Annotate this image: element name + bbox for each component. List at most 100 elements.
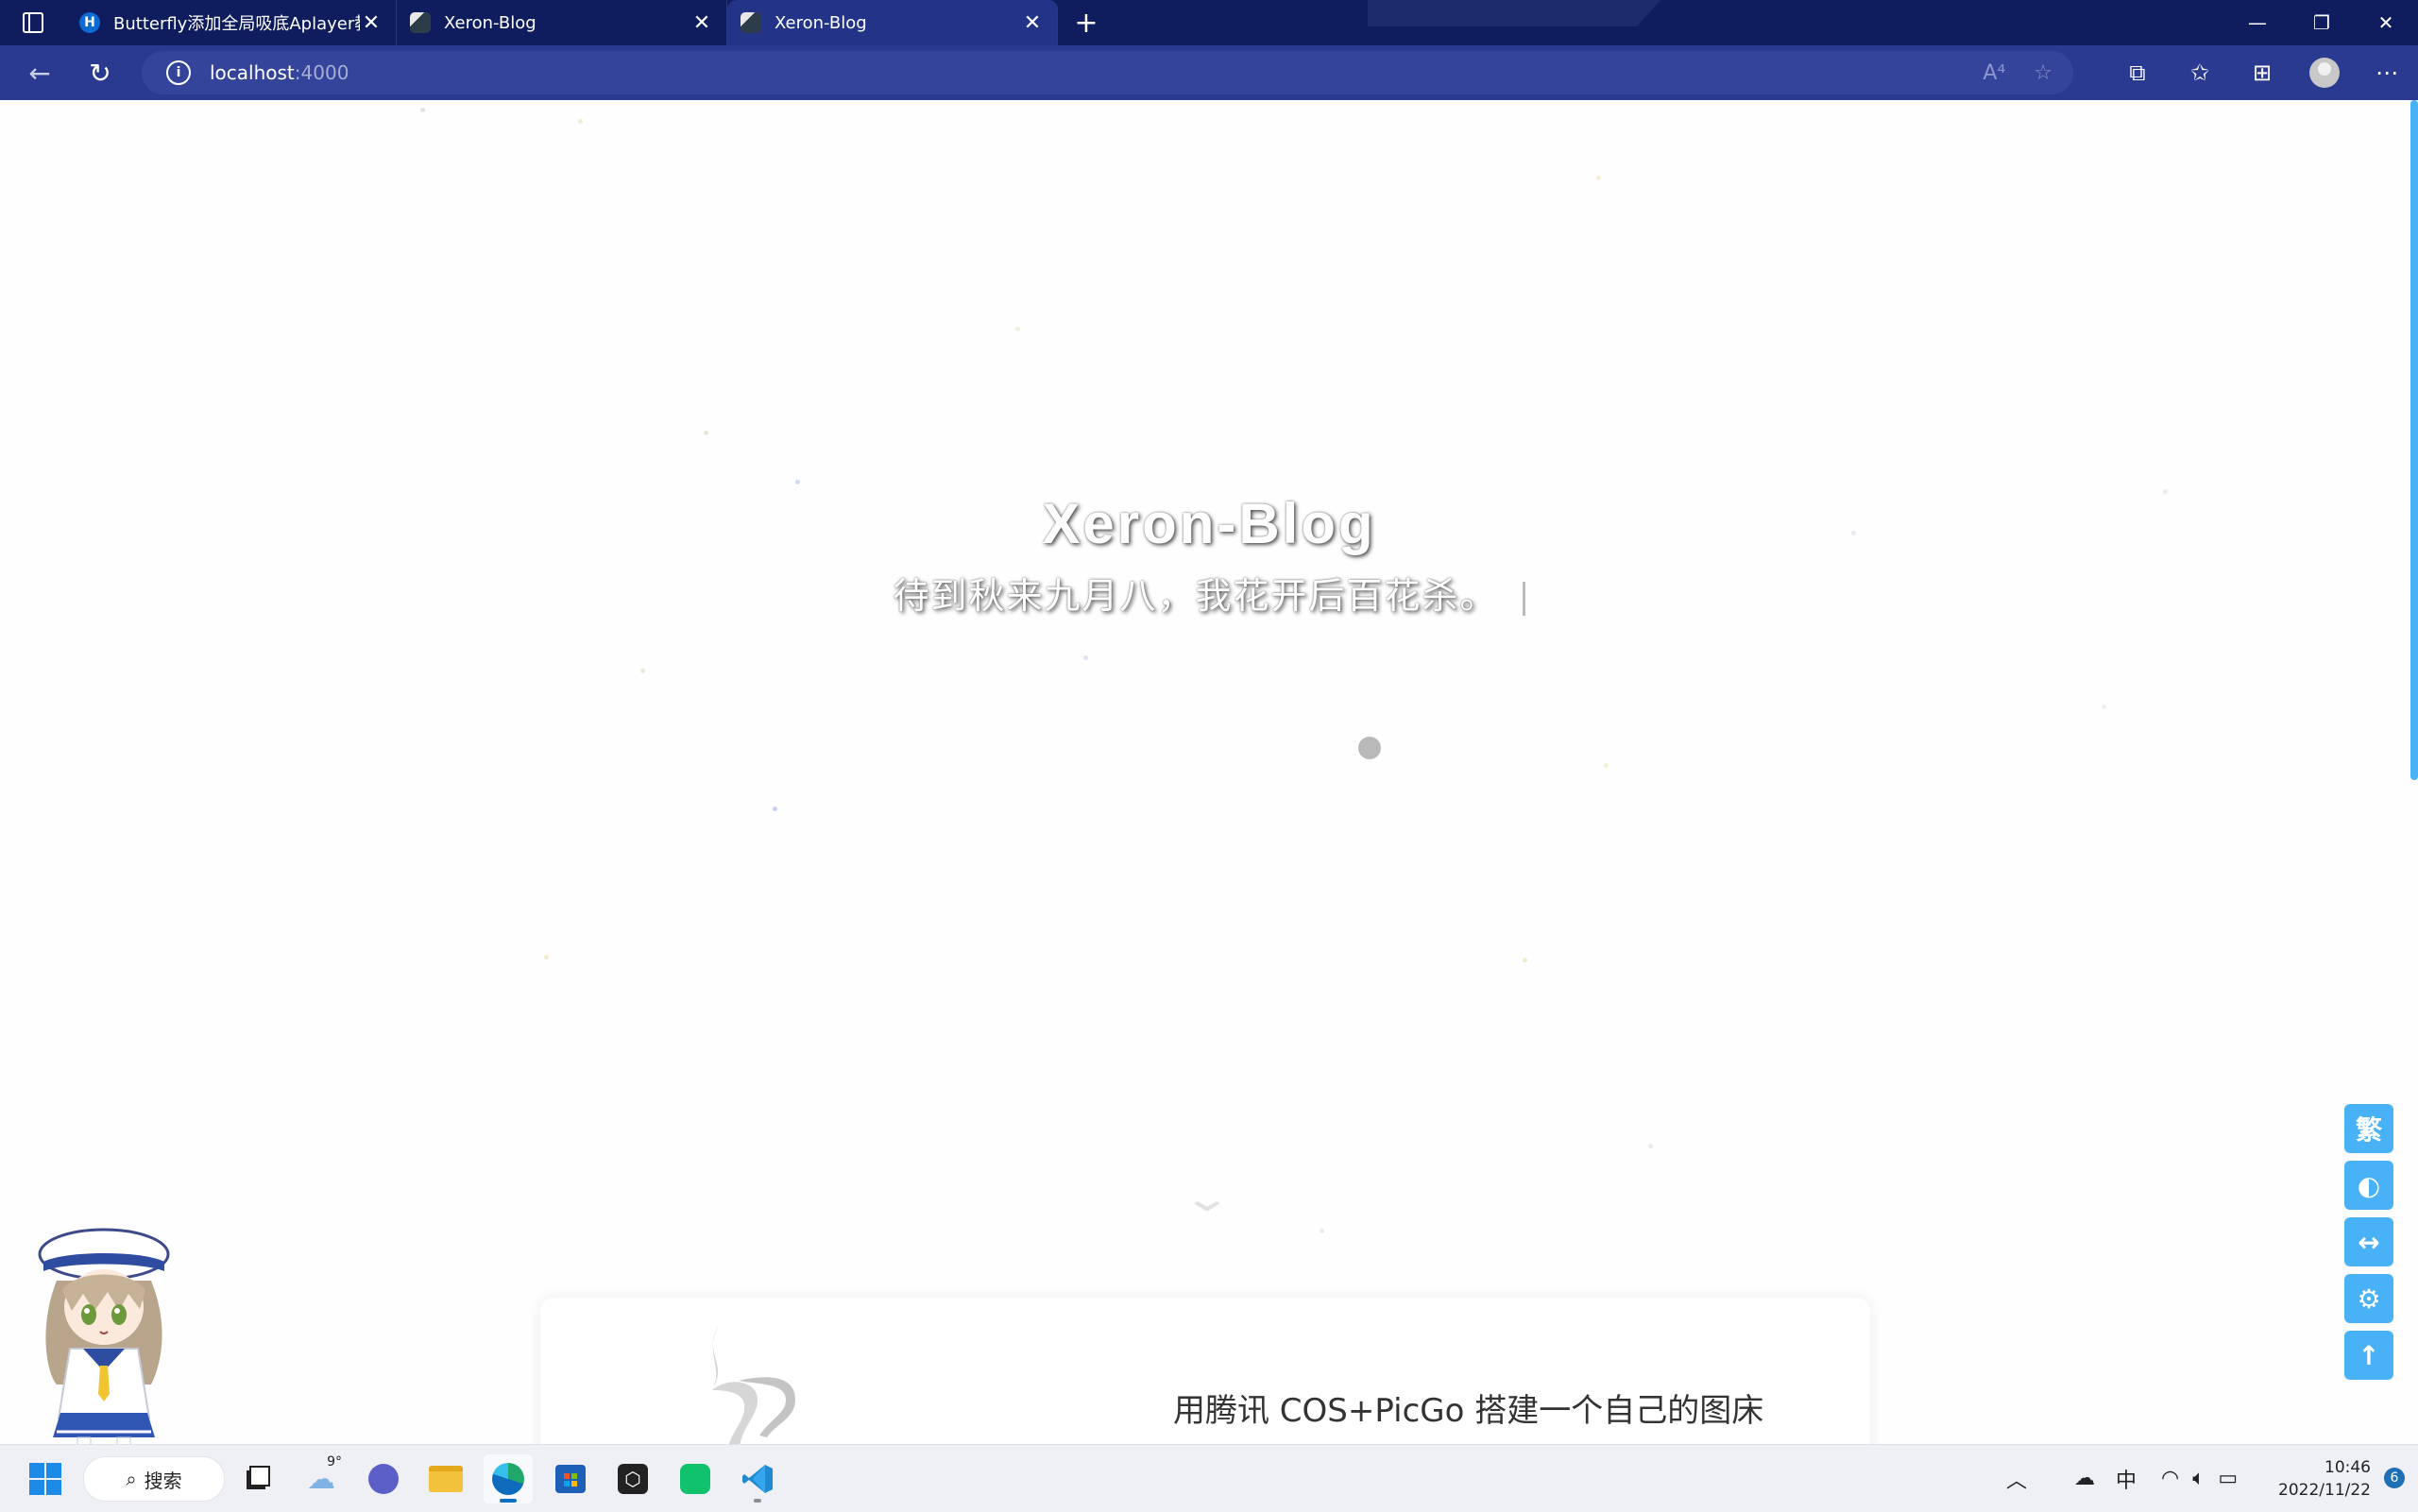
- active-indicator: [500, 1499, 517, 1503]
- reload-button[interactable]: ↻: [70, 45, 130, 100]
- edge-icon: [492, 1463, 524, 1495]
- particle: [1320, 1229, 1324, 1233]
- new-tab-button[interactable]: +: [1058, 0, 1115, 45]
- particle: [773, 807, 777, 811]
- hide-aside-button[interactable]: ↔: [2344, 1217, 2393, 1266]
- ime-label: 中: [2116, 1469, 2137, 1493]
- darkmode-button[interactable]: ◐: [2344, 1161, 2393, 1210]
- tab-title: Xeron-Blog: [444, 12, 536, 33]
- clock-date: 2022/11/22: [2278, 1481, 2371, 1500]
- blog-page: Xeron-Blog 待到秋来九月八，我花开后百花杀。 ⌄ 用腾讯 COS+Pi…: [0, 100, 2418, 1444]
- start-button[interactable]: [21, 1454, 70, 1504]
- notification-badge[interactable]: 6: [2384, 1468, 2405, 1488]
- site-subtitle: 待到秋来九月八，我花开后百花杀。: [0, 567, 2418, 619]
- omnibox-actions: A⁴ ☆: [1983, 51, 2052, 94]
- particle: [544, 955, 549, 960]
- restore-button[interactable]: ❐: [2290, 0, 2354, 45]
- task-view-button[interactable]: [232, 1454, 281, 1504]
- particle: [704, 431, 708, 435]
- toolbar-icons: ⧉ ✩ ⊞ ⋯: [2106, 45, 2418, 100]
- store-icon: [555, 1465, 586, 1493]
- tab-xeron-blog-1[interactable]: Xeron-Blog ✕: [397, 0, 727, 45]
- page-scrollbar[interactable]: [2410, 100, 2418, 780]
- translate-button[interactable]: 繁: [2344, 1104, 2393, 1153]
- clock[interactable]: 10:46 2022/11/22: [2278, 1456, 2371, 1502]
- ime-indicator[interactable]: 中: [2116, 1445, 2137, 1512]
- battery-icon: ▭: [2218, 1467, 2239, 1490]
- extensions-icon[interactable]: ⧉: [2106, 45, 2169, 100]
- vscode-button[interactable]: [733, 1454, 782, 1504]
- live2d-mascot[interactable]: [28, 1224, 179, 1444]
- close-icon[interactable]: ✕: [1021, 11, 1044, 35]
- particle: [640, 669, 645, 673]
- particle: [578, 119, 583, 124]
- arrow-up-icon: ↑: [2358, 1339, 2380, 1371]
- back-to-top-button[interactable]: ↑: [2344, 1331, 2393, 1380]
- close-icon[interactable]: ✕: [360, 11, 383, 35]
- cloud-icon: ☁: [2074, 1467, 2095, 1490]
- favorites-icon[interactable]: ✩: [2169, 45, 2231, 100]
- edge-button[interactable]: [484, 1454, 533, 1504]
- back-button[interactable]: ←: [9, 45, 70, 100]
- particle: [2102, 705, 2106, 709]
- url-host: localhost: [210, 61, 295, 84]
- teams-chat-button[interactable]: [359, 1454, 408, 1504]
- tab-title: Butterfly添加全局吸底Aplayer教: [113, 14, 360, 34]
- onedrive-button[interactable]: ☁: [2074, 1445, 2095, 1512]
- wechat-app-button[interactable]: [671, 1454, 720, 1504]
- site-info-icon[interactable]: i: [166, 60, 191, 85]
- url-port: :4000: [294, 61, 349, 84]
- active-indicator: [754, 1499, 761, 1503]
- loading-indicator: [1358, 737, 1381, 759]
- store-button[interactable]: [546, 1454, 595, 1504]
- post-cover-image: [712, 1324, 795, 1444]
- particle: [1015, 327, 1020, 331]
- tab-butterfly[interactable]: H Butterfly添加全局吸底Aplayer教 ✕: [66, 0, 397, 45]
- gear-icon: ⚙: [2357, 1283, 2381, 1315]
- tab-title: Xeron-Blog: [775, 12, 867, 33]
- profile-avatar[interactable]: [2309, 58, 2340, 88]
- post-title[interactable]: 用腾讯 COS+PicGo 搭建一个自己的图床: [1173, 1385, 1763, 1431]
- minimize-button[interactable]: —: [2225, 0, 2290, 45]
- post-card[interactable]: 用腾讯 COS+PicGo 搭建一个自己的图床: [540, 1298, 1870, 1444]
- tab-xeron-blog-2[interactable]: Xeron-Blog ✕: [727, 0, 1058, 45]
- settings-button[interactable]: ⚙: [2344, 1274, 2393, 1323]
- vscode-icon: [742, 1465, 773, 1493]
- volume-icon: 🔈︎: [2192, 1467, 2205, 1490]
- search-icon: ⌕: [126, 1468, 137, 1490]
- add-favorite-icon[interactable]: ☆: [2034, 61, 2052, 85]
- collections-icon[interactable]: ⊞: [2231, 45, 2293, 100]
- particle: [1083, 655, 1088, 660]
- scroll-down-icon[interactable]: ⌄: [1177, 1180, 1237, 1217]
- task-view-icon: [247, 1466, 270, 1489]
- tab-actions-icon: [23, 12, 43, 33]
- window-controls: — ❐ ✕: [2225, 0, 2418, 45]
- close-icon[interactable]: ✕: [690, 11, 713, 35]
- unity-button[interactable]: ⬡: [608, 1454, 657, 1504]
- particle: [1523, 958, 1527, 962]
- favicon-h-icon: H: [79, 12, 100, 33]
- particle: [795, 480, 800, 484]
- chat-icon: [368, 1464, 399, 1494]
- url-input[interactable]: i localhost:4000 A⁴ ☆: [142, 51, 2073, 94]
- clock-time: 10:46: [2324, 1458, 2371, 1477]
- rightside-toolbar: 繁 ◐ ↔ ⚙ ↑: [2344, 1104, 2393, 1380]
- taskbar-search[interactable]: ⌕ 搜索: [83, 1456, 225, 1502]
- chevron-up-icon: ︿: [2006, 1469, 2028, 1493]
- browser-tab-bar: H Butterfly添加全局吸底Aplayer教 ✕ Xeron-Blog ✕…: [0, 0, 2418, 45]
- read-aloud-icon[interactable]: A⁴: [1983, 61, 2005, 85]
- arrow-left-icon: ←: [28, 57, 51, 89]
- particle: [420, 108, 425, 112]
- weather-temp: 9°: [327, 1454, 342, 1470]
- more-options-icon[interactable]: ⋯: [2356, 45, 2418, 100]
- window-close-button[interactable]: ✕: [2354, 0, 2418, 45]
- tray-overflow-button[interactable]: ︿: [2006, 1445, 2027, 1512]
- quick-settings-button[interactable]: ◠ 🔈︎ ▭: [2161, 1445, 2238, 1512]
- tab-actions-button[interactable]: [0, 0, 66, 45]
- weather-widget[interactable]: ☁ 9°: [297, 1454, 346, 1504]
- titlebar-drag-area[interactable]: [1368, 0, 1660, 26]
- arrows-horizontal-icon: ↔: [2358, 1226, 2380, 1258]
- address-bar: ← ↻ i localhost:4000 A⁴ ☆ ⧉ ✩ ⊞ ⋯: [0, 45, 2418, 100]
- site-title: Xeron-Blog: [1042, 492, 1376, 555]
- file-explorer-button[interactable]: [421, 1454, 470, 1504]
